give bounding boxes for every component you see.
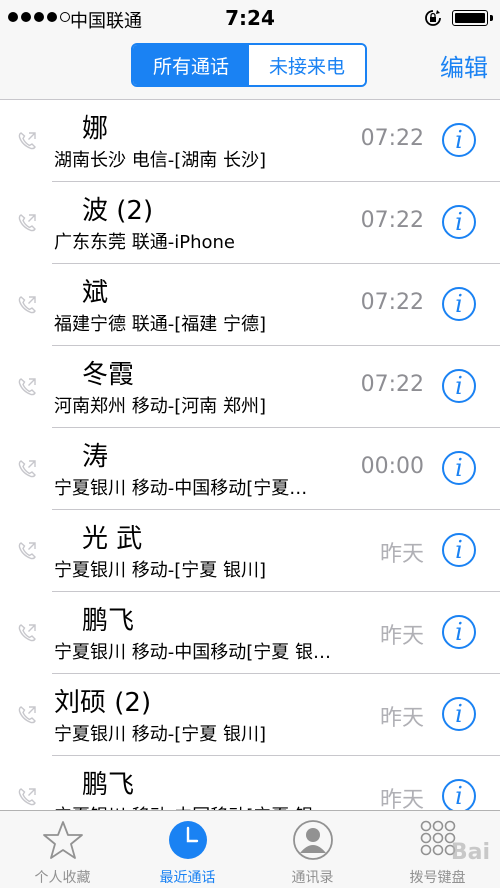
caller-detail: 宁夏银川 移动-中国移动[宁夏… <box>54 478 308 499</box>
caller-name: 斌 <box>82 278 109 308</box>
outgoing-call-icon <box>18 460 36 478</box>
tab-label: 最近通话 <box>159 870 216 886</box>
info-button[interactable]: i <box>442 205 476 239</box>
call-row[interactable]: 光 武 宁夏银川 移动-[宁夏 银川] 昨天 i <box>0 510 500 592</box>
star-icon <box>42 821 83 859</box>
outgoing-call-icon <box>18 378 36 396</box>
call-time: 00:00 <box>360 454 424 479</box>
battery-cap <box>490 15 493 21</box>
call-row[interactable]: 斌 福建宁德 联通-[福建 宁德] 07:22 i <box>0 264 500 346</box>
battery-icon <box>452 10 488 26</box>
call-row[interactable]: 娜 湖南长沙 电信-[湖南 长沙] 07:22 i <box>0 100 500 182</box>
caller-detail: 广东东莞 联通-iPhone <box>54 232 235 253</box>
caller-detail: 宁夏银川 移动-[宁夏 银川] <box>54 560 266 581</box>
call-time: 07:22 <box>360 208 424 233</box>
outgoing-call-icon <box>18 132 36 150</box>
caller-name: 光 武 <box>82 524 143 554</box>
call-row[interactable]: 涛 宁夏银川 移动-中国移动[宁夏… 00:00 i <box>0 428 500 510</box>
info-button[interactable]: i <box>442 451 476 485</box>
call-time: 07:22 <box>360 126 424 151</box>
nav-header: 所有通话 未接来电 编辑 <box>0 36 500 100</box>
tab-contacts[interactable]: 通讯录 <box>250 811 375 888</box>
caller-detail: 宁夏银川 移动-中国移动[宁夏 银… <box>54 802 331 810</box>
call-row[interactable]: 冬霞 河南郑州 移动-[河南 郑州] 07:22 i <box>0 346 500 428</box>
caller-name: 波 (2) <box>82 196 154 226</box>
outgoing-call-icon <box>18 624 36 642</box>
outgoing-call-icon <box>18 542 36 560</box>
caller-name: 刘硕 (2) <box>54 688 152 718</box>
call-time: 昨天 <box>379 706 424 731</box>
call-row[interactable]: 刘硕 (2) 宁夏银川 移动-[宁夏 银川] 昨天 i <box>0 674 500 756</box>
tab-label: 通讯录 <box>291 870 334 886</box>
info-button[interactable]: i <box>442 369 476 403</box>
call-time: 07:22 <box>360 290 424 315</box>
segment-missed-calls[interactable]: 未接来电 <box>249 45 365 85</box>
segment-all-calls[interactable]: 所有通话 <box>133 45 249 85</box>
caller-detail: 福建宁德 联通-[福建 宁德] <box>54 314 266 335</box>
caller-detail: 河南郑州 移动-[河南 郑州] <box>54 396 266 417</box>
caller-detail: 宁夏银川 移动-中国移动[宁夏 银… <box>54 642 331 663</box>
info-button[interactable]: i <box>442 615 476 649</box>
info-button[interactable]: i <box>442 533 476 567</box>
info-button[interactable]: i <box>442 123 476 157</box>
caller-name: 鹏飞 <box>82 770 135 800</box>
call-row[interactable]: 波 (2) 广东东莞 联通-iPhone 07:22 i <box>0 182 500 264</box>
call-row[interactable]: 鹏飞 宁夏银川 移动-中国移动[宁夏 银… 昨天 i <box>0 592 500 674</box>
watermark: Bai <box>450 840 490 865</box>
tab-recents[interactable]: 最近通话 <box>125 811 250 888</box>
tab-bar: 个人收藏 最近通话 通讯录 拨号键盘 <box>0 810 500 888</box>
caller-detail: 宁夏银川 移动-[宁夏 银川] <box>54 724 266 745</box>
caller-detail: 湖南长沙 电信-[湖南 长沙] <box>54 150 266 171</box>
tab-label: 个人收藏 <box>34 870 91 886</box>
outgoing-call-icon <box>18 706 36 724</box>
call-time: 昨天 <box>379 624 424 649</box>
contacts-icon <box>292 820 333 860</box>
info-button[interactable]: i <box>442 287 476 321</box>
rotation-lock-icon <box>425 10 441 26</box>
caller-name: 涛 <box>82 442 109 472</box>
tab-label: 拨号键盘 <box>409 870 466 886</box>
info-button[interactable]: i <box>442 779 476 810</box>
status-bar: 中国联通 7:24 <box>0 0 500 36</box>
call-filter-segmented-control: 所有通话 未接来电 <box>131 43 367 87</box>
call-time: 07:22 <box>360 372 424 397</box>
call-time: 昨天 <box>379 788 424 810</box>
recent-calls-list: 娜 湖南长沙 电信-[湖南 长沙] 07:22 i 波 (2) 广东东莞 联通-… <box>0 100 500 810</box>
outgoing-call-icon <box>18 788 36 806</box>
caller-name: 娜 <box>82 114 109 144</box>
call-time: 昨天 <box>379 542 424 567</box>
call-row[interactable]: 鹏飞 宁夏银川 移动-中国移动[宁夏 银… 昨天 i <box>0 756 500 810</box>
outgoing-call-icon <box>18 296 36 314</box>
edit-button[interactable]: 编辑 <box>440 48 488 83</box>
clock-icon <box>168 821 207 859</box>
tab-favorites[interactable]: 个人收藏 <box>0 811 125 888</box>
caller-name: 鹏飞 <box>82 606 135 636</box>
caller-name: 冬霞 <box>82 360 135 390</box>
info-button[interactable]: i <box>442 697 476 731</box>
outgoing-call-icon <box>18 214 36 232</box>
